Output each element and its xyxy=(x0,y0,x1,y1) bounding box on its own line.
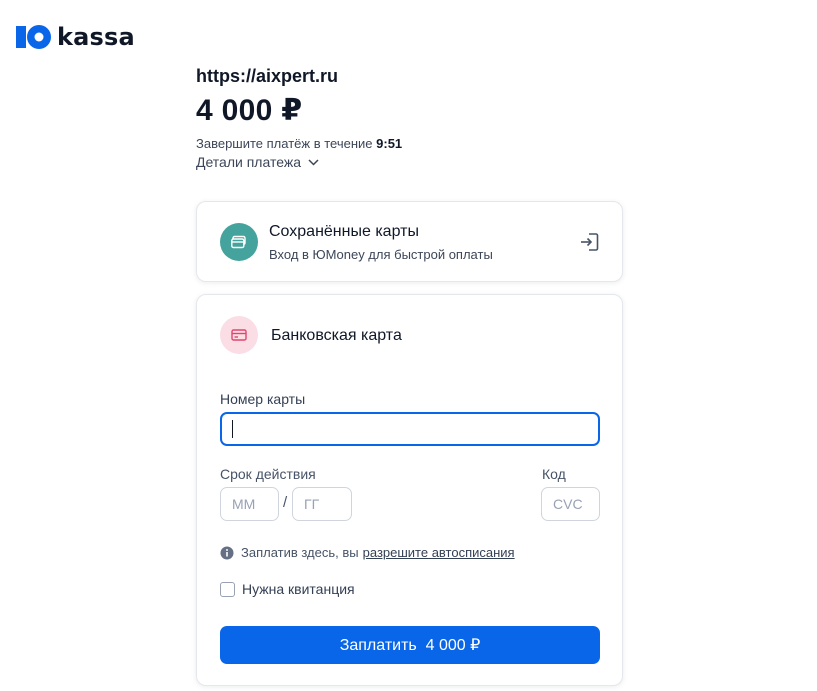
timer-value: 9:51 xyxy=(376,136,403,151)
payment-amount: 4 000 ₽ xyxy=(196,94,303,127)
timer-text: Завершите платёж в течение xyxy=(196,136,373,151)
pay-button[interactable]: Заплатить 4 000 ₽ xyxy=(220,626,600,664)
yumoney-logo-icon xyxy=(16,25,51,49)
wallet-icon xyxy=(231,235,246,249)
cvc-input[interactable] xyxy=(541,487,600,521)
saved-cards-subtitle: Вход в ЮMoney для быстрой оплаты xyxy=(269,247,493,262)
brand-name: kassa xyxy=(57,23,135,51)
card-number-label: Номер карты xyxy=(220,391,306,407)
expiry-separator: / xyxy=(283,494,288,511)
chevron-down-icon xyxy=(308,158,319,166)
cvc-label: Код xyxy=(542,466,566,482)
credit-card-icon xyxy=(231,329,247,341)
bank-card-panel: Банковская карта Номер карты Срок действ… xyxy=(196,294,623,686)
brand-logo: kassa xyxy=(14,22,135,52)
autopay-link[interactable]: разрешите автосписания xyxy=(363,545,515,560)
autopay-info-text: Заплатив здесь, вы xyxy=(241,545,359,560)
pay-button-label: Заплатить 4 000 ₽ xyxy=(339,637,481,654)
expiry-label: Срок действия xyxy=(220,466,316,482)
payment-timer: Завершите платёж в течение 9:51 xyxy=(196,136,402,151)
bank-card-title: Банковская карта xyxy=(271,327,402,344)
saved-cards-icon-badge xyxy=(220,223,258,261)
payment-details-toggle[interactable]: Детали платежа xyxy=(196,154,319,170)
receipt-checkbox-row[interactable]: Нужна квитанция xyxy=(220,581,355,597)
receipt-label: Нужна квитанция xyxy=(242,581,355,597)
text-caret xyxy=(232,420,233,438)
merchant-url: https://aixpert.ru xyxy=(196,66,339,86)
expiry-month-input[interactable] xyxy=(220,487,279,521)
expiry-year-input[interactable] xyxy=(292,487,352,521)
details-label: Детали платежа xyxy=(196,154,301,170)
card-number-input[interactable] xyxy=(220,412,600,446)
login-arrow-icon[interactable] xyxy=(578,231,600,253)
saved-cards-title: Сохранённые карты xyxy=(269,223,419,240)
receipt-checkbox[interactable] xyxy=(220,581,235,597)
info-icon xyxy=(220,546,234,559)
bank-card-icon-badge xyxy=(220,316,258,354)
autopay-info: Заплатив здесь, вы разрешите автосписани… xyxy=(220,545,515,560)
saved-cards-panel[interactable]: Сохранённые карты Вход в ЮMoney для быст… xyxy=(196,201,623,282)
